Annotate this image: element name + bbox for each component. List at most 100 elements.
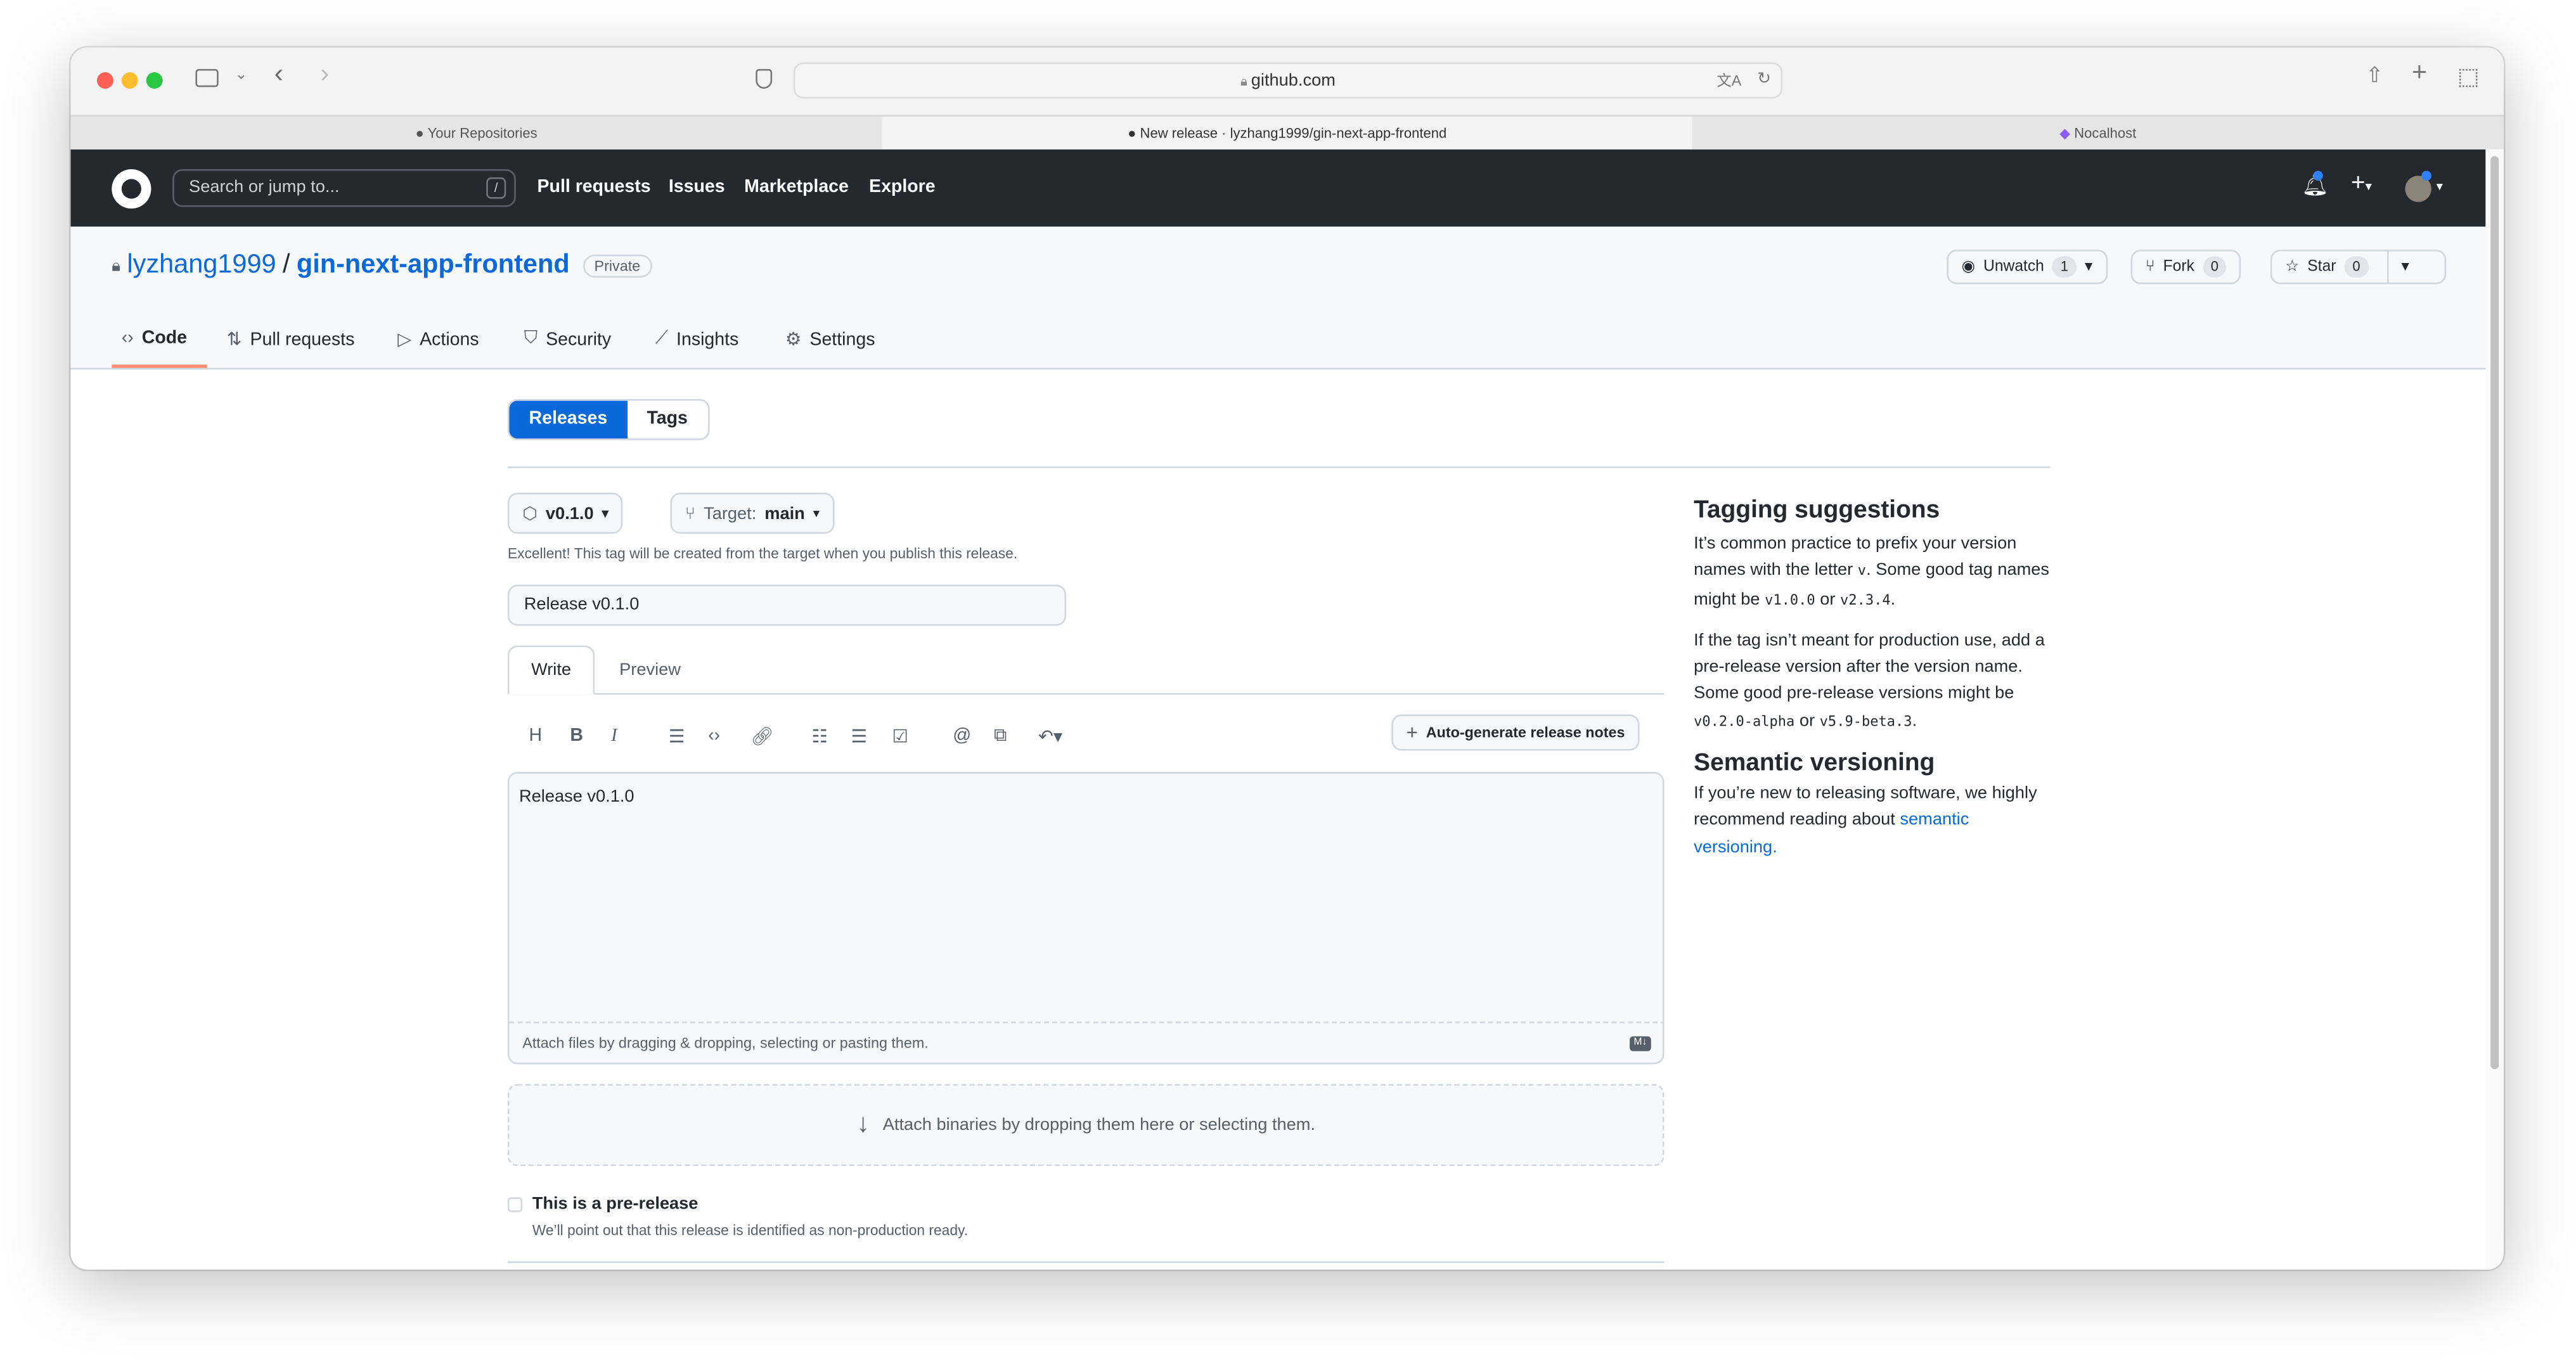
quote-icon[interactable]: ☰ — [669, 726, 685, 747]
code: v1.0.0 — [1765, 592, 1815, 609]
tab-insights[interactable]: ⟋ Insights — [655, 328, 738, 350]
code: v0.2.0-alpha — [1694, 714, 1795, 731]
tab-code[interactable]: ‹› Code — [122, 328, 187, 348]
search-placeholder: Search or jump to... — [189, 177, 340, 198]
browser-tab[interactable]: ◆ Nocalhost — [1692, 117, 2504, 151]
forward-icon[interactable]: › — [320, 61, 329, 91]
fork-count: 0 — [2202, 256, 2227, 278]
release-title-input[interactable]: Release v0.1.0 — [507, 584, 1067, 626]
tab-label: Insights — [676, 329, 739, 349]
tag-value: v0.1.0 — [545, 503, 594, 523]
code: v2.3.4 — [1840, 592, 1891, 609]
url-text: github.com — [1251, 70, 1336, 91]
chevron-down-icon[interactable]: ⌄ — [235, 66, 248, 84]
bold-icon[interactable]: B — [570, 726, 583, 746]
sidebar-toggle-icon[interactable] — [195, 68, 219, 87]
tab-actions[interactable]: ▷ Actions — [397, 328, 479, 350]
fork-icon: ⑂ — [2145, 257, 2155, 276]
bell-icon[interactable]: 🔔︎ — [2302, 170, 2329, 198]
browser-tabs: ● Your Repositories ● New release · lyzh… — [70, 115, 2504, 151]
write-tab[interactable]: Write — [507, 645, 595, 695]
fork-button[interactable]: ⑂ Fork 0 — [2130, 249, 2242, 285]
star-label: Star — [2307, 257, 2336, 276]
minimize-window-button[interactable] — [121, 72, 138, 89]
tab-security[interactable]: ⛉ Security — [524, 328, 611, 350]
ordered-list-icon[interactable]: ☰ — [851, 726, 868, 747]
italic-icon[interactable]: I — [611, 726, 617, 746]
code-icon[interactable]: ‹› — [708, 726, 720, 746]
lock-icon: 🔒︎ — [1240, 74, 1251, 89]
shield-icon[interactable] — [756, 68, 773, 89]
repo-header: 🔒︎ lyzhang1999 / gin-next-app-frontend P… — [70, 226, 2486, 370]
target-select-button[interactable]: ⑂ Target: main ▾ — [670, 492, 835, 534]
back-icon[interactable]: ‹ — [274, 61, 283, 91]
chevron-down-icon: ▾ — [602, 506, 609, 521]
tag-select-button[interactable]: ⬡ v0.1.0 ▾ — [507, 492, 624, 534]
browser-tab[interactable]: ● Your Repositories — [70, 117, 882, 151]
markdown-icon[interactable]: M↓ — [1630, 1036, 1651, 1051]
new-tab-icon[interactable]: + — [2412, 59, 2427, 89]
scrollbar[interactable] — [2485, 149, 2504, 1270]
unwatch-button[interactable]: ◉ Unwatch 1 ▾ — [1947, 249, 2108, 285]
releases-tab[interactable]: Releases — [509, 401, 628, 439]
github-icon: ● — [415, 124, 424, 141]
unwatch-label: Unwatch — [1983, 257, 2044, 276]
semantic-versioning-heading: Semantic versioning — [1694, 749, 1935, 778]
separator: / — [282, 251, 290, 279]
cross-reference-icon[interactable]: ⧉ — [994, 726, 1007, 748]
avatar[interactable] — [2405, 170, 2431, 202]
unordered-list-icon[interactable]: ☷ — [811, 726, 828, 747]
tagging-suggestions-heading: Tagging suggestions — [1694, 496, 1940, 524]
mention-icon[interactable]: @ — [953, 726, 971, 746]
attach-files-text[interactable]: Attach files by dragging & dropping, sel… — [522, 1035, 929, 1051]
attach-binaries-text: Attach binaries by dropping them here or… — [882, 1115, 1316, 1135]
nav-marketplace[interactable]: Marketplace — [744, 150, 849, 227]
chevron-down-icon[interactable]: ▾ — [2437, 179, 2443, 194]
task-list-icon[interactable]: ☑ — [892, 726, 908, 747]
tags-tab[interactable]: Tags — [627, 401, 707, 439]
target-label: Target: — [704, 503, 757, 523]
reply-icon[interactable]: ↶▾ — [1038, 726, 1062, 747]
nocalhost-icon: ◆ — [2059, 124, 2071, 141]
link-icon[interactable]: 🔗︎ — [750, 726, 773, 747]
address-bar[interactable]: 🔒︎ github.com 文A ↻ — [793, 62, 1783, 99]
nav-explore[interactable]: Explore — [869, 150, 936, 227]
nav-pull-requests[interactable]: Pull requests — [538, 150, 651, 227]
heading-icon[interactable]: H — [529, 726, 543, 746]
search-input[interactable]: Search or jump to... / — [172, 169, 516, 207]
semver-paragraph: If you’re new to releasing software, we … — [1694, 780, 2055, 861]
star-button[interactable]: ☆ Star 0 ▾ — [2270, 249, 2447, 285]
translate-icon[interactable]: 文A — [1716, 64, 1741, 97]
text: . — [1912, 710, 1917, 731]
auto-notes-label: Auto-generate release notes — [1426, 724, 1625, 741]
preview-tab[interactable]: Preview — [619, 646, 681, 695]
reload-icon[interactable]: ↻ — [1757, 64, 1771, 97]
release-body-textarea[interactable]: Release v0.1.0 — [519, 786, 634, 806]
star-dropdown[interactable]: ▾ — [2386, 251, 2409, 283]
maximize-window-button[interactable] — [146, 72, 163, 89]
nav-issues[interactable]: Issues — [669, 150, 725, 227]
github-logo-icon[interactable] — [112, 169, 151, 209]
auto-generate-notes-button[interactable]: + Auto-generate release notes — [1391, 714, 1640, 751]
repo-name-link[interactable]: gin-next-app-frontend — [297, 252, 570, 281]
tab-settings[interactable]: ⚙ Settings — [785, 328, 875, 350]
tab-pull-requests[interactable]: ⇅ Pull requests — [227, 328, 355, 350]
tab-overview-icon[interactable] — [2459, 68, 2478, 87]
visibility-badge: Private — [583, 254, 652, 278]
repo-owner-link[interactable]: lyzhang1999 — [127, 252, 276, 281]
prerelease-label[interactable]: This is a pre-release — [532, 1194, 699, 1214]
tab-label: New release · lyzhang1999/gin-next-app-f… — [1140, 124, 1447, 141]
attach-binaries-dropzone[interactable]: ↓ Attach binaries by dropping them here o… — [507, 1084, 1665, 1167]
tab-label: Pull requests — [250, 329, 355, 349]
divider — [507, 1261, 1665, 1264]
prerelease-checkbox[interactable] — [507, 1197, 523, 1212]
text: If you’re new to releasing software, we … — [1694, 783, 2037, 830]
text: or — [1815, 589, 1841, 609]
close-window-button[interactable] — [96, 72, 113, 89]
tab-label: Security — [546, 329, 612, 349]
browser-tab-active[interactable]: ● New release · lyzhang1999/gin-next-app… — [882, 117, 1692, 151]
create-new-icon[interactable]: +▾ — [2351, 169, 2372, 197]
tabs-border — [507, 693, 1665, 695]
scrollbar-thumb[interactable] — [2490, 156, 2499, 1070]
share-icon[interactable]: ⇧ — [2366, 62, 2383, 88]
